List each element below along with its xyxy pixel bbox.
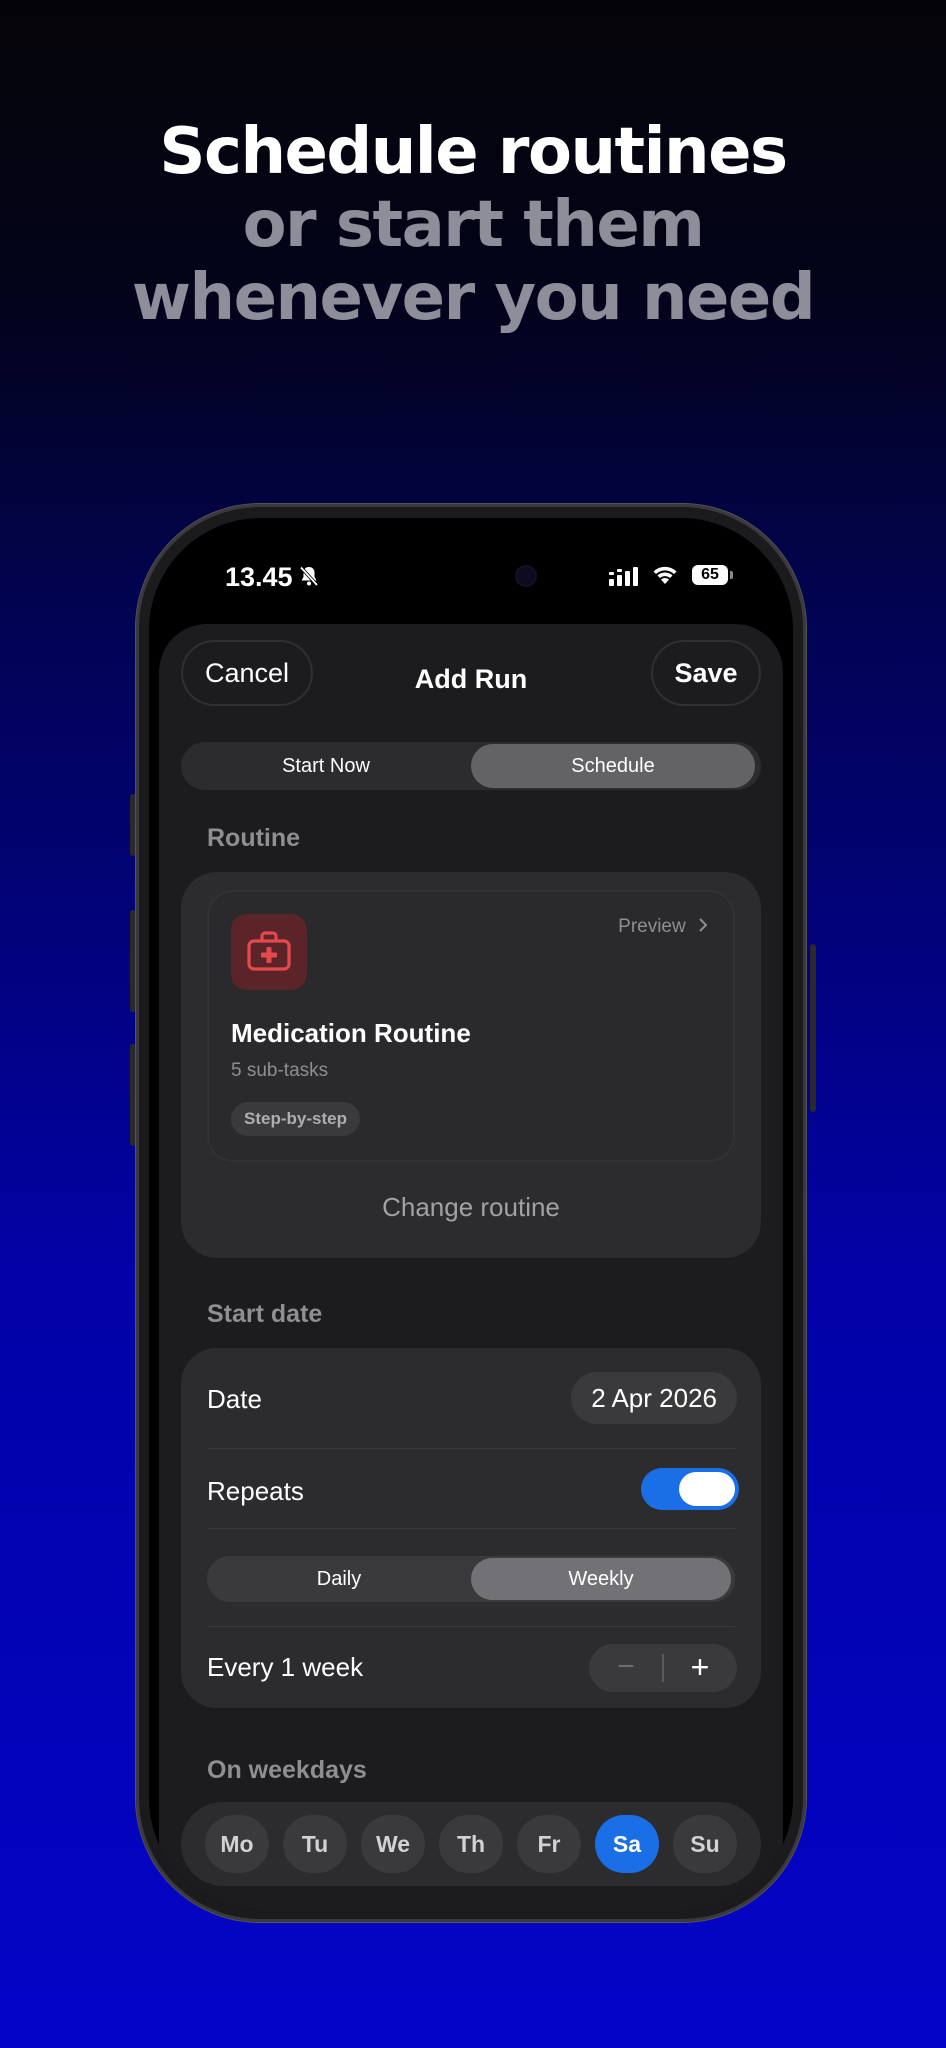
repeats-toggle[interactable]: [641, 1468, 739, 1510]
day-tuesday[interactable]: Tu: [283, 1815, 347, 1873]
day-friday[interactable]: Fr: [517, 1815, 581, 1873]
frequency-weekly[interactable]: Weekly: [471, 1558, 731, 1600]
preview-label: Preview: [618, 916, 686, 937]
repeats-label: Repeats: [207, 1476, 304, 1506]
medical-kit-icon: [247, 931, 291, 971]
increment-button[interactable]: +: [663, 1644, 737, 1692]
headline-line-2: or start them: [242, 188, 705, 262]
start-date-section-label: Start date: [207, 1300, 323, 1328]
battery-tip: [730, 571, 733, 579]
toggle-knob: [679, 1472, 735, 1506]
date-label: Date: [207, 1384, 262, 1414]
date-picker-button[interactable]: 2 Apr 2026: [571, 1372, 737, 1424]
day-sunday[interactable]: Su: [673, 1815, 737, 1873]
divider: [207, 1626, 735, 1627]
change-routine-button[interactable]: Change routine: [181, 1192, 761, 1223]
day-saturday[interactable]: Sa: [595, 1815, 659, 1873]
headline-line-1: Schedule routines: [159, 115, 788, 189]
interval-label: Every 1 week: [207, 1652, 364, 1682]
dynamic-island: [385, 552, 555, 600]
weekday-picker: Mo Tu We Th Fr Sa Su: [181, 1802, 761, 1886]
battery-icon: 65: [692, 565, 728, 585]
power-button: [810, 944, 816, 1112]
routine-item-card[interactable]: Preview Medication Routine 5 sub-tasks S…: [207, 890, 735, 1162]
preview-link[interactable]: Preview: [618, 916, 709, 938]
headline: Schedule routines or start them whenever…: [0, 116, 946, 335]
routine-section-label: Routine: [207, 824, 301, 852]
frequency-segmented-control: Daily Weekly: [207, 1556, 735, 1602]
divider: [207, 1448, 735, 1449]
weekdays-section-label: On weekdays: [207, 1756, 367, 1784]
phone-screen: 13.45 65 Cancel Add Run Save Start Now S…: [149, 518, 793, 1910]
routine-app-icon: [231, 914, 307, 990]
routine-mode-tag: Step-by-step: [231, 1102, 360, 1136]
add-run-sheet: Cancel Add Run Save Start Now Schedule R…: [159, 624, 783, 1910]
day-monday[interactable]: Mo: [205, 1815, 269, 1873]
decrement-button[interactable]: −: [589, 1644, 663, 1692]
tab-schedule[interactable]: Schedule: [471, 744, 755, 788]
tab-start-now[interactable]: Start Now: [181, 742, 471, 790]
routine-card: Preview Medication Routine 5 sub-tasks S…: [181, 872, 761, 1258]
headline-line-3: whenever you need: [131, 261, 816, 335]
routine-name: Medication Routine: [231, 1018, 471, 1048]
save-button[interactable]: Save: [651, 640, 761, 706]
silent-bell-icon: [299, 566, 319, 587]
start-date-card: Date 2 Apr 2026 Repeats Daily Weekly Eve…: [181, 1348, 761, 1708]
wifi-icon: [653, 566, 677, 584]
mode-segmented-control: Start Now Schedule: [181, 742, 761, 790]
day-wednesday[interactable]: We: [361, 1815, 425, 1873]
frequency-daily[interactable]: Daily: [207, 1556, 471, 1602]
divider: [207, 1528, 735, 1529]
status-time: 13.45: [225, 562, 293, 592]
camera-icon: [517, 567, 535, 585]
day-thursday[interactable]: Th: [439, 1815, 503, 1873]
status-bar: 13.45 65: [149, 518, 793, 618]
routine-subtasks: 5 sub-tasks: [231, 1060, 329, 1081]
chevron-right-icon: [699, 918, 708, 932]
cellular-signal-icon: [609, 567, 638, 586]
interval-stepper: − +: [589, 1644, 737, 1692]
